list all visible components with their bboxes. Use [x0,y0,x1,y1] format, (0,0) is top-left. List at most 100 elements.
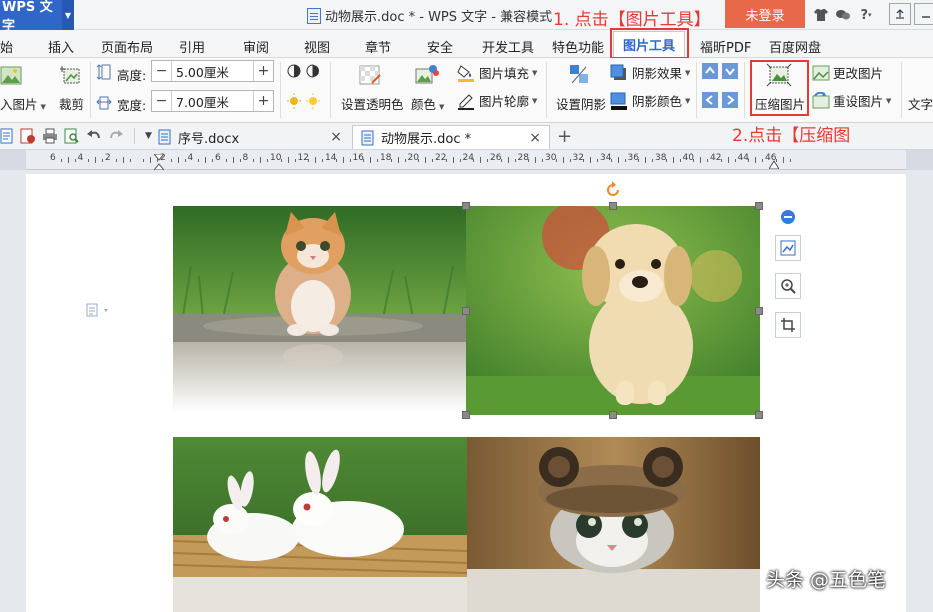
transparent-color-icon[interactable] [358,63,382,87]
window-title-text: 动物展示.doc * - WPS 文字 - 兼容模式 [325,10,553,25]
help-icon[interactable]: ? ▾ [857,6,875,24]
ruler-tick [232,157,234,163]
shadow-effect-button[interactable]: 阴影效果 ▼ [610,63,690,82]
tab-baidu-netdisk[interactable]: 百度网盘 [769,37,821,56]
close-tab-icon[interactable]: × [330,129,342,145]
close-tab-icon[interactable]: × [529,130,541,146]
login-button[interactable]: 未登录 [725,0,805,28]
ruler-tick [294,159,296,162]
resize-handle-bottom-right[interactable] [755,411,763,419]
document-tab-name: 序号.docx [178,131,240,147]
resize-handle-top-right[interactable] [755,202,763,210]
color-button[interactable]: 颜色 ▼ [411,94,444,113]
export-pdf-icon[interactable] [20,128,36,144]
paragraph-options-icon[interactable] [86,303,112,320]
restore-window-button[interactable] [889,3,911,25]
print-preview-icon[interactable] [64,128,80,144]
width-stepper[interactable]: − 7.00厘米 + [151,90,274,112]
window-title: 动物展示.doc * - WPS 文字 - 兼容模式 [307,6,552,25]
tab-features[interactable]: 特色功能 [552,37,604,56]
transparent-color-button[interactable]: 设置透明色 [341,94,404,113]
insert-picture-icon[interactable] [0,64,22,88]
photo-cat-in-hat[interactable] [467,437,760,612]
layout-options-icon[interactable] [775,235,801,261]
shadow-color-icon [610,92,627,110]
ruler-tick [150,157,152,163]
resize-handle-bottom[interactable] [609,411,617,419]
app-menu-button[interactable]: WPS 文字 [0,0,62,34]
picture-fill-button[interactable]: 图片填充 ▼ [457,63,537,82]
set-shadow-icon[interactable] [566,63,592,87]
ruler-tick [727,157,729,163]
ruler-tick [507,157,509,163]
tab-view[interactable]: 视图 [304,37,330,56]
watermark-text: 头条 @五色笔 [766,569,887,591]
tab-section[interactable]: 章节 [365,37,391,56]
document-tab-1[interactable]: 序号.docx × [150,125,350,149]
document-tab-2[interactable]: 动物展示.doc * × [352,125,550,149]
crop-button[interactable]: 裁剪 [59,94,84,113]
width-decrease-button[interactable]: − [152,91,172,111]
tab-review[interactable]: 审阅 [243,37,269,56]
ruler-label: 34 [600,153,612,163]
height-input[interactable]: 5.00厘米 [172,62,253,81]
crop-icon[interactable] [60,64,84,88]
ruler-tick [322,159,324,162]
rotate-handle-icon[interactable] [604,181,622,202]
photo-kitten[interactable] [173,206,466,412]
height-decrease-button[interactable]: − [152,61,172,81]
resize-handle-top-left[interactable] [462,202,470,210]
tab-home[interactable]: 始 [0,37,13,56]
width-increase-button[interactable]: + [253,91,273,111]
ruler-label: 40 [682,153,694,163]
app-menu-dropdown-icon[interactable]: ▼ [62,0,74,30]
tab-security[interactable]: 安全 [427,37,453,56]
redo-icon[interactable] [108,128,124,144]
new-document-icon[interactable] [0,128,14,144]
picture-outline-button[interactable]: 图片轮廓 ▼ [457,91,537,110]
resize-handle-left[interactable] [462,307,470,315]
ruler-tick [198,159,200,162]
brightness-icons[interactable] [287,93,323,112]
tab-references[interactable]: 引用 [179,37,205,56]
collapse-toolbar-icon[interactable] [780,209,796,228]
width-input[interactable]: 7.00厘米 [172,92,253,111]
photo-puppy[interactable] [466,206,760,415]
undo-icon[interactable] [86,128,102,144]
text-wrap-button[interactable]: 文字 [908,94,933,113]
resize-handle-top[interactable] [609,202,617,210]
doc-file-icon [158,129,171,145]
ruler-tick [143,159,145,162]
reset-picture-button[interactable]: 重设图片 ▼ [812,91,891,110]
height-stepper[interactable]: − 5.00厘米 + [151,60,274,82]
height-increase-button[interactable]: + [253,61,273,81]
ruler-tick [404,159,406,162]
color-icon[interactable] [414,63,440,87]
ruler-tick [205,157,207,163]
insert-picture-button[interactable]: 入图片 ▼ [0,94,46,113]
photo-rabbits[interactable] [173,437,467,612]
ruler-label: 44 [737,153,749,163]
ruler-tick [755,157,757,163]
nudge-shadow-up-icon[interactable] [702,63,740,82]
shadow-color-button[interactable]: 阴影颜色 ▼ [610,91,690,110]
contrast-icons[interactable] [287,63,323,82]
ruler-tick [88,159,90,162]
minimize-window-button[interactable] [914,3,933,25]
zoom-preview-icon[interactable] [775,273,801,299]
tab-insert[interactable]: 插入 [48,37,74,56]
set-shadow-button[interactable]: 设置阴影 [556,94,606,113]
ruler-label: 20 [407,153,419,163]
change-picture-button[interactable]: 更改图片 [812,63,883,82]
tab-page-layout[interactable]: 页面布局 [101,37,153,56]
skin-shirt-icon[interactable] [812,6,830,24]
tab-foxit-pdf[interactable]: 福昕PDF [700,37,751,56]
resize-handle-right[interactable] [755,307,763,315]
new-tab-button[interactable]: + [557,126,572,147]
print-icon[interactable] [42,128,58,144]
tab-developer[interactable]: 开发工具 [482,37,534,56]
nudge-shadow-side-icon[interactable] [702,92,740,111]
crop-quick-icon[interactable] [775,312,801,338]
resize-handle-bottom-left[interactable] [462,411,470,419]
chat-icon[interactable] [834,6,852,24]
